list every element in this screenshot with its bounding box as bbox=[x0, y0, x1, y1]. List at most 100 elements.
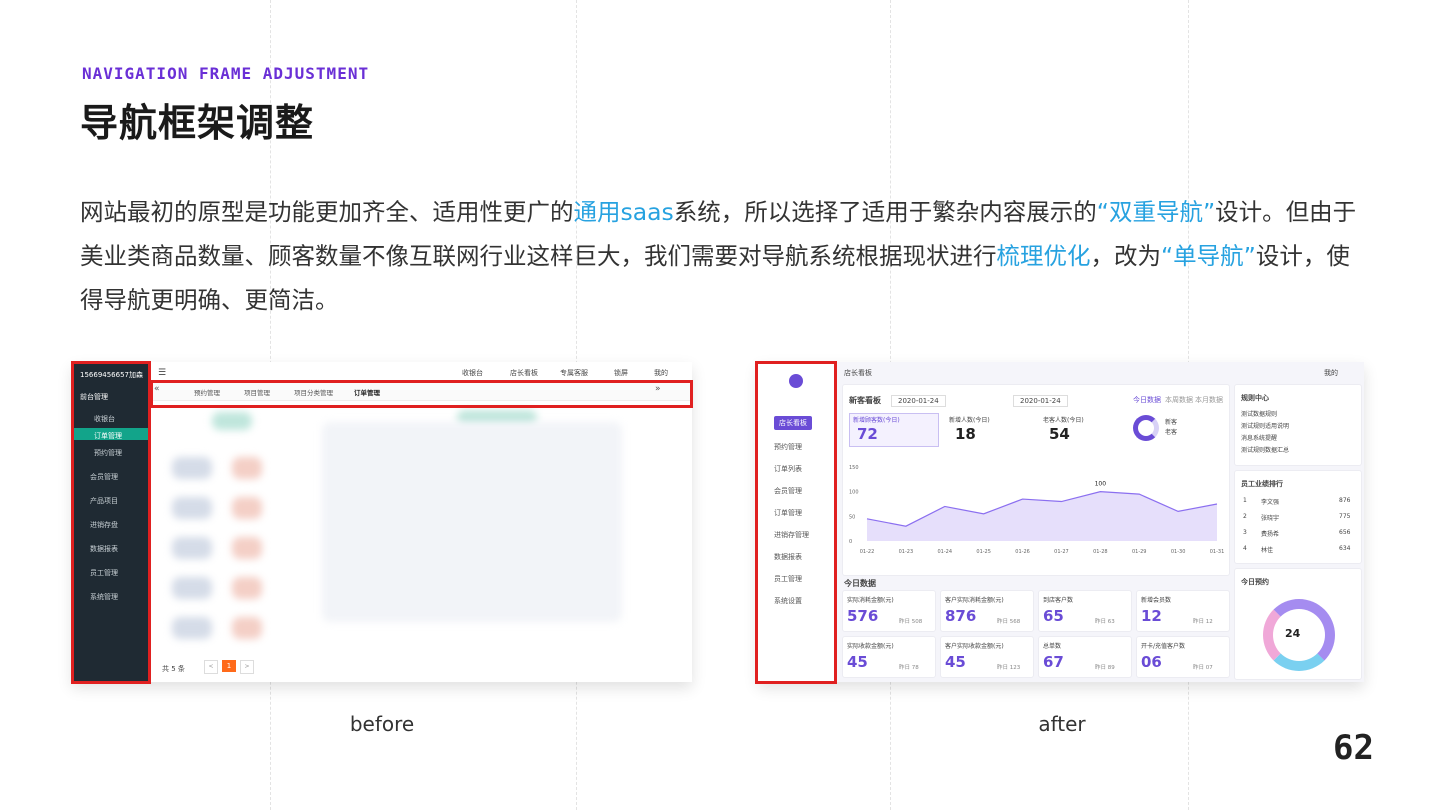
today-stat-sub: 昨日 63 bbox=[1095, 619, 1115, 625]
top-item[interactable]: 我的 bbox=[654, 368, 668, 378]
x-tick-label: 01-25 bbox=[976, 549, 991, 555]
date-from-input[interactable]: 2020-01-24 bbox=[891, 395, 946, 407]
x-tick-label: 01-27 bbox=[1054, 549, 1069, 555]
section-subtitle: NAVIGATION FRAME ADJUSTMENT bbox=[82, 64, 370, 83]
highlight-box-tabs bbox=[150, 380, 693, 408]
y-tick-label: 150 bbox=[849, 465, 859, 471]
today-stat-sub: 昨日 123 bbox=[997, 665, 1021, 671]
stat-label: 老客人数(今日) bbox=[1043, 417, 1084, 424]
para-highlight: “双重导航” bbox=[1096, 198, 1216, 226]
today-stat-value: 45 bbox=[847, 653, 868, 671]
pagination-total: 共 5 条 bbox=[162, 665, 185, 673]
next-page-button[interactable]: > bbox=[240, 660, 254, 674]
legend-old: 老客 bbox=[1165, 429, 1178, 436]
legend-new: 新客 bbox=[1165, 419, 1178, 426]
rank-title: 员工业绩排行 bbox=[1241, 480, 1283, 488]
stat-value: 18 bbox=[955, 425, 976, 443]
ratio-donut bbox=[1133, 415, 1159, 441]
tab-month[interactable]: 本月数据 bbox=[1195, 395, 1223, 405]
today-stat-label: 实际消耗金额(元) bbox=[847, 597, 894, 604]
rank-n: 4 bbox=[1243, 545, 1247, 552]
stat-label: 新增人数(今日) bbox=[949, 417, 990, 424]
blurred-content bbox=[232, 577, 262, 599]
today-stat-value: 876 bbox=[945, 607, 977, 625]
top-item[interactable]: 收银台 bbox=[462, 368, 483, 378]
para-text: 系统，所以选择了适用于繁杂内容展示的 bbox=[673, 198, 1097, 226]
rule-item[interactable]: 测试规则适用说明 bbox=[1241, 421, 1289, 430]
rank-v: 656 bbox=[1339, 529, 1351, 536]
rank-name: 林佳 bbox=[1261, 547, 1274, 554]
blurred-content bbox=[232, 497, 262, 519]
rule-item[interactable]: 测试数据规则 bbox=[1241, 409, 1277, 418]
stat-value: 54 bbox=[1049, 425, 1070, 443]
top-item[interactable]: 专属客服 bbox=[560, 368, 588, 378]
rank-n: 3 bbox=[1243, 529, 1247, 536]
rank-v: 775 bbox=[1339, 513, 1351, 520]
blurred-content bbox=[172, 577, 212, 599]
blurred-content bbox=[232, 457, 262, 479]
blurred-content bbox=[172, 617, 212, 639]
top-item[interactable]: 店长看板 bbox=[510, 368, 538, 378]
today-stat-card: 到店客户数 65 昨日 63 bbox=[1038, 590, 1132, 632]
para-text: ，改为 bbox=[1090, 242, 1162, 270]
caption-after: after bbox=[1038, 712, 1086, 736]
x-tick-label: 01-28 bbox=[1093, 549, 1108, 555]
date-to-input[interactable]: 2020-01-24 bbox=[1013, 395, 1068, 407]
rank-n: 1 bbox=[1243, 497, 1247, 504]
x-tick-label: 01-30 bbox=[1171, 549, 1186, 555]
blurred-content bbox=[232, 617, 262, 639]
blurred-content bbox=[232, 537, 262, 559]
x-tick-label: 01-23 bbox=[899, 549, 914, 555]
today-stat-value: 06 bbox=[1141, 653, 1162, 671]
today-stat-card: 开卡/充值客户数 06 昨日 07 bbox=[1136, 636, 1230, 678]
today-stat-sub: 昨日 508 bbox=[899, 619, 923, 625]
today-stat-label: 开卡/充值客户数 bbox=[1141, 643, 1186, 650]
blurred-content bbox=[172, 497, 212, 519]
rule-title: 规则中心 bbox=[1241, 394, 1269, 402]
chevron-left-icon: < bbox=[204, 660, 218, 674]
rule-item[interactable]: 消息系统提醒 bbox=[1241, 433, 1277, 442]
today-stat-sub: 昨日 568 bbox=[997, 619, 1021, 625]
rank-name: 李文强 bbox=[1261, 499, 1280, 506]
section-title: 导航框架调整 bbox=[80, 101, 315, 145]
y-tick-label: 50 bbox=[849, 514, 855, 520]
today-stat-card: 实际收款金额(元) 45 昨日 78 bbox=[842, 636, 936, 678]
rank-v: 876 bbox=[1339, 497, 1351, 504]
chart-area bbox=[867, 491, 1217, 541]
rank-name: 张晓宇 bbox=[1261, 515, 1280, 522]
today-stat-label: 实际收款金额(元) bbox=[847, 643, 894, 650]
today-stat-sub: 昨日 07 bbox=[1193, 665, 1213, 671]
today-stat-card: 总单数 67 昨日 89 bbox=[1038, 636, 1132, 678]
today-stat-sub: 昨日 12 bbox=[1193, 619, 1213, 625]
menu-icon[interactable]: ☰ bbox=[158, 368, 166, 378]
caption-before: before bbox=[349, 712, 415, 736]
stat-label: 新增顾客数(今日) bbox=[853, 417, 900, 424]
appointment-title: 今日预约 bbox=[1241, 578, 1269, 586]
today-stat-sub: 昨日 78 bbox=[899, 665, 919, 671]
after-screenshot: 店长看板 预约管理 订单列表 会员管理 订单管理 进销存管理 数据报表 员工管理… bbox=[758, 362, 1364, 682]
tab-today[interactable]: 今日数据 bbox=[1133, 395, 1161, 405]
para-highlight: “单导航” bbox=[1161, 242, 1256, 270]
x-tick-label: 01-22 bbox=[860, 549, 875, 555]
para-highlight: 梳理优化 bbox=[996, 242, 1091, 270]
today-stat-label: 到店客户数 bbox=[1043, 597, 1074, 604]
x-tick-label: 01-24 bbox=[938, 549, 953, 555]
page-button-current[interactable]: 1 bbox=[222, 660, 236, 672]
today-stat-card: 实际消耗金额(元) 576 昨日 508 bbox=[842, 590, 936, 632]
x-tick-label: 01-31 bbox=[1210, 549, 1225, 555]
board-card: 新客看板 2020-01-24 2020-01-24 今日数据 本周数据 本月数… bbox=[842, 384, 1230, 576]
highlight-box-sidebar bbox=[755, 361, 837, 684]
top-item[interactable]: 锁屏 bbox=[614, 368, 628, 378]
today-stat-sub: 昨日 89 bbox=[1095, 665, 1115, 671]
rule-card: 规则中心 测试数据规则 测试规则适用说明 消息系统提醒 测试规则数据汇总 bbox=[1234, 384, 1362, 466]
page-number: 62 bbox=[1333, 728, 1374, 768]
today-stat-value: 576 bbox=[847, 607, 879, 625]
today-stat-value: 67 bbox=[1043, 653, 1064, 671]
today-stat-card: 客户实际收款金额(元) 45 昨日 123 bbox=[940, 636, 1034, 678]
today-stat-label: 新增会员数 bbox=[1141, 597, 1172, 604]
today-stat-value: 45 bbox=[945, 653, 966, 671]
tab-week[interactable]: 本周数据 bbox=[1165, 395, 1193, 405]
rule-item[interactable]: 测试规则数据汇总 bbox=[1241, 445, 1289, 454]
user-menu[interactable]: 我的 bbox=[1324, 368, 1338, 378]
breadcrumb: 店长看板 bbox=[844, 369, 872, 377]
